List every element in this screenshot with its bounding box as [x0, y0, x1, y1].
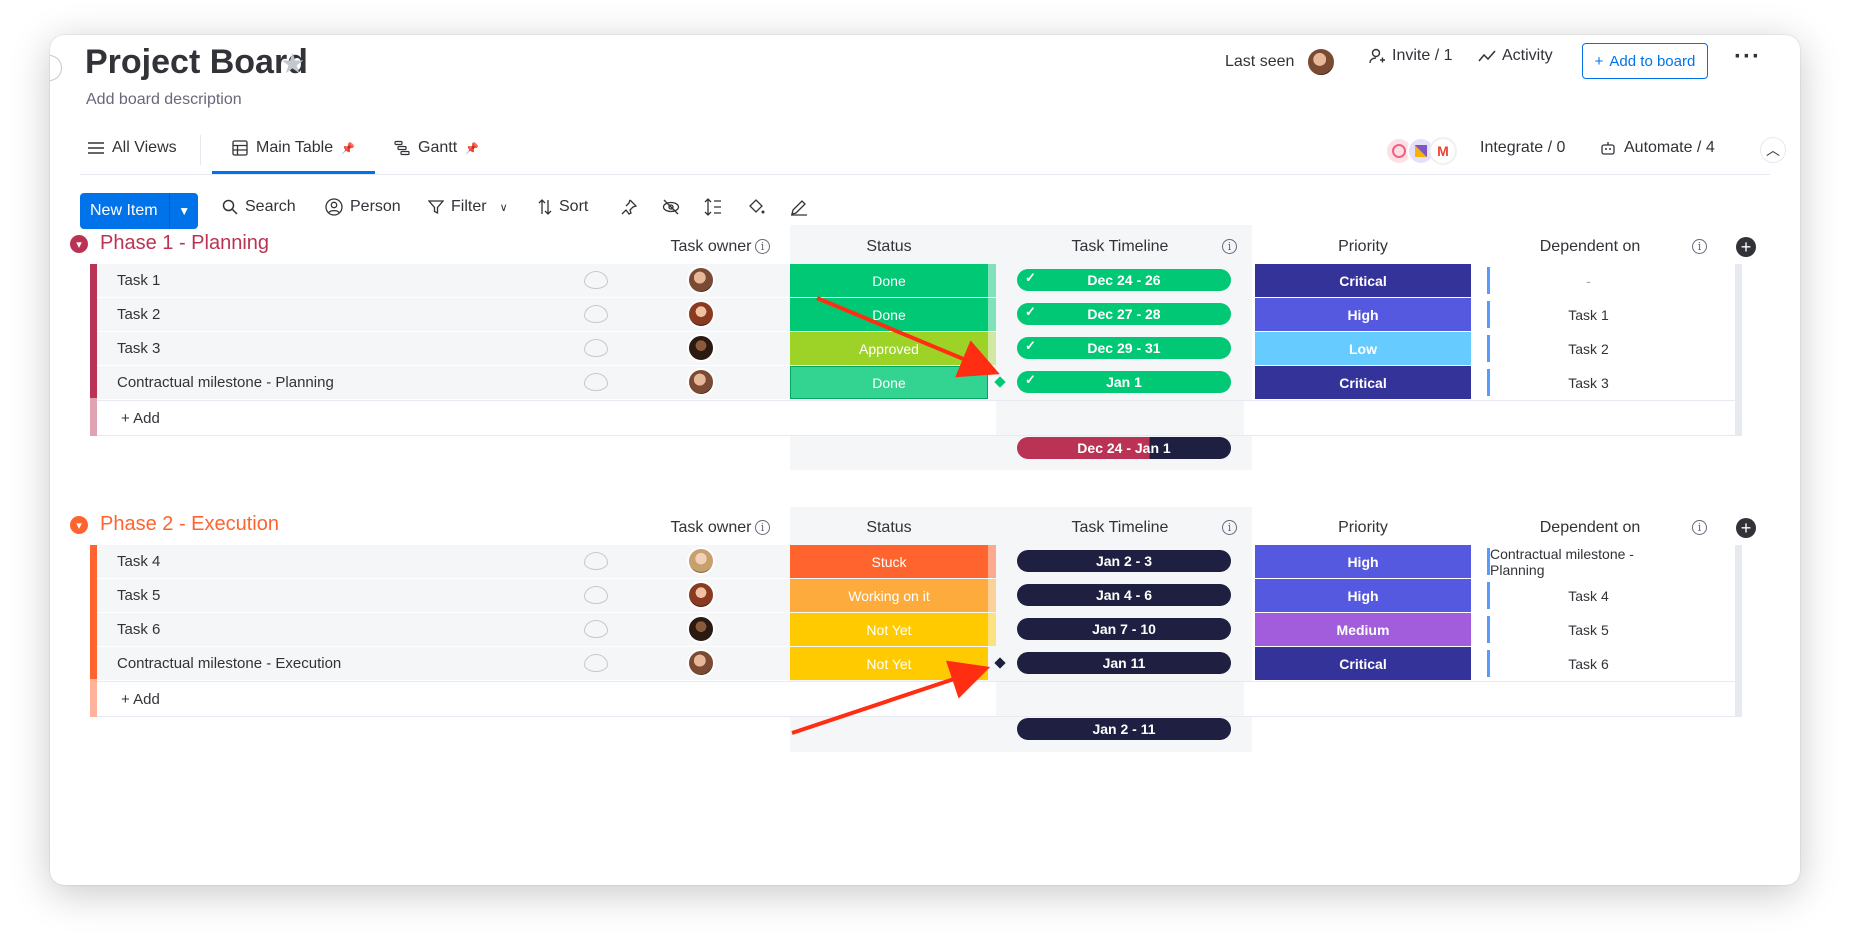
annotation-arrow — [816, 296, 1000, 378]
annotation-arrow — [791, 660, 991, 735]
annotation-arrows — [791, 296, 1000, 735]
board-window: Project Board ★ Add board description La… — [50, 35, 1800, 885]
